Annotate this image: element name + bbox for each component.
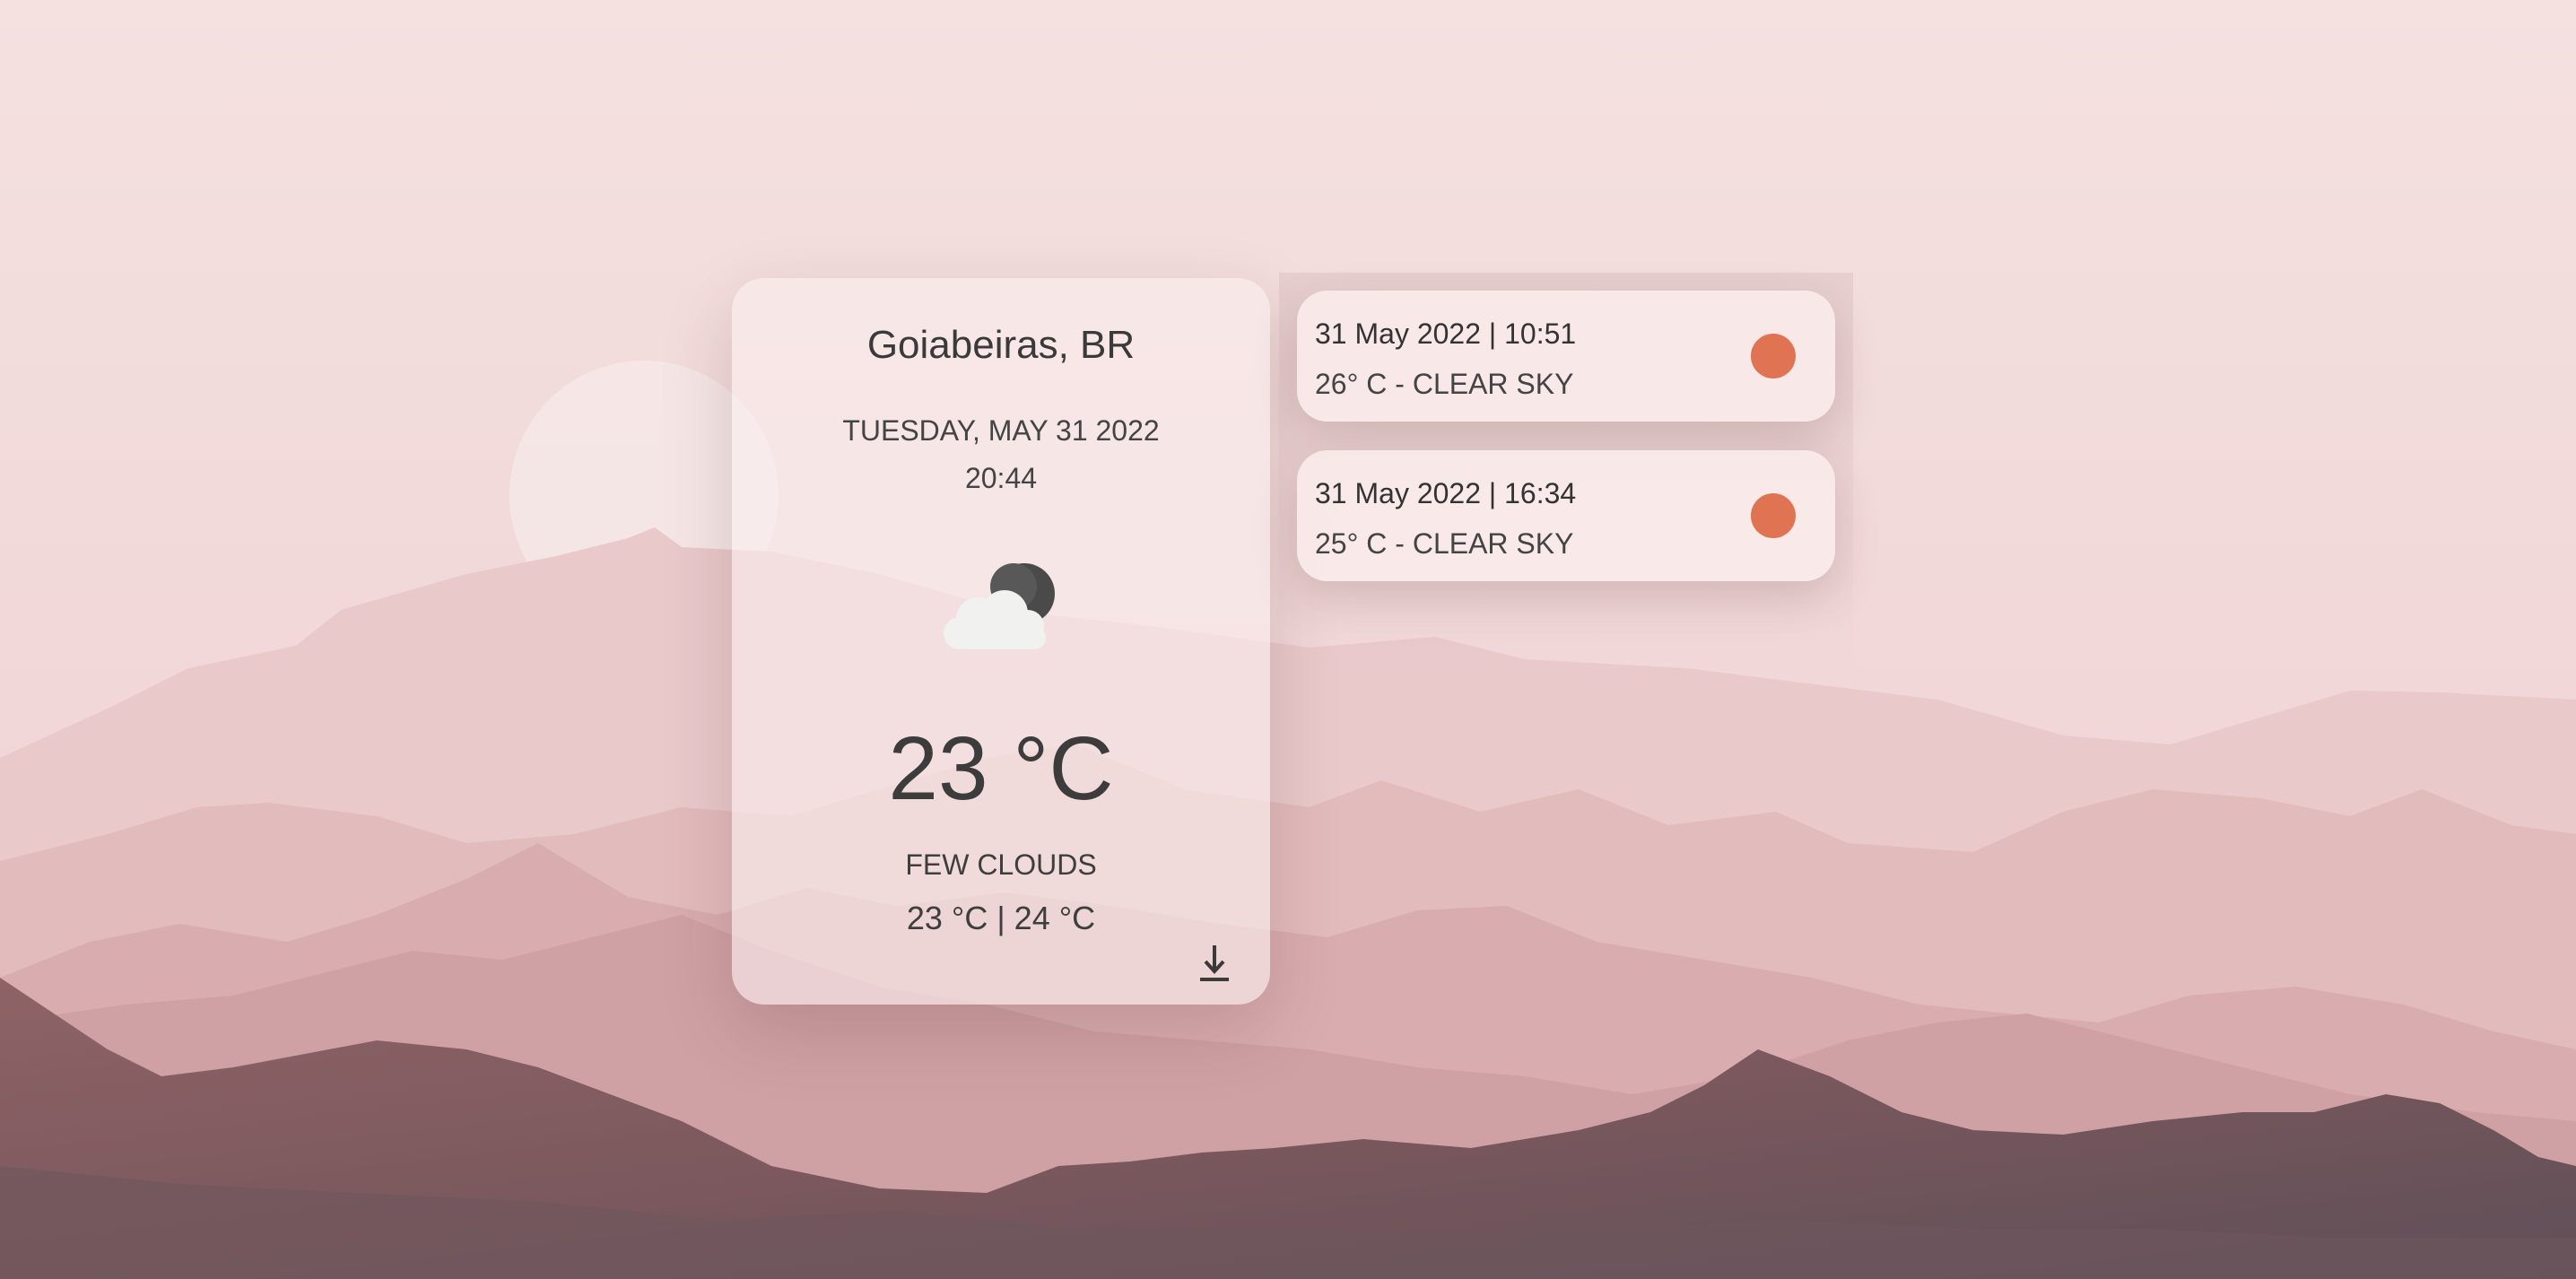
location-name: Goiabeiras, BR [866, 323, 1136, 367]
download-icon[interactable] [1197, 940, 1232, 985]
weather-description: FEW CLOUDS [905, 848, 1097, 881]
history-panel: 31 May 2022 | 10:51 26° C - CLEAR SKY 31… [1279, 273, 1853, 667]
history-item-summary: 25° C - CLEAR SKY [1315, 527, 1574, 560]
history-item-summary: 26° C - CLEAR SKY [1315, 368, 1574, 400]
status-dot [1751, 493, 1796, 538]
status-dot [1751, 334, 1796, 378]
few-clouds-night-icon [944, 563, 1055, 649]
current-time: 20:44 [964, 462, 1038, 494]
current-weather-card: Goiabeiras, BR TUESDAY, MAY 31 2022 20:4… [732, 278, 1270, 1005]
history-item-title: 31 May 2022 | 16:34 [1315, 477, 1577, 509]
current-temperature: 23 °C [888, 718, 1114, 819]
history-item-title: 31 May 2022 | 10:51 [1315, 318, 1577, 350]
history-item[interactable]: 31 May 2022 | 16:34 25° C - CLEAR SKY [1297, 450, 1835, 581]
current-date: TUESDAY, MAY 31 2022 [842, 414, 1160, 447]
min-max-temperature: 23 °C | 24 °C [906, 900, 1096, 936]
history-item[interactable]: 31 May 2022 | 10:51 26° C - CLEAR SKY [1297, 291, 1835, 422]
